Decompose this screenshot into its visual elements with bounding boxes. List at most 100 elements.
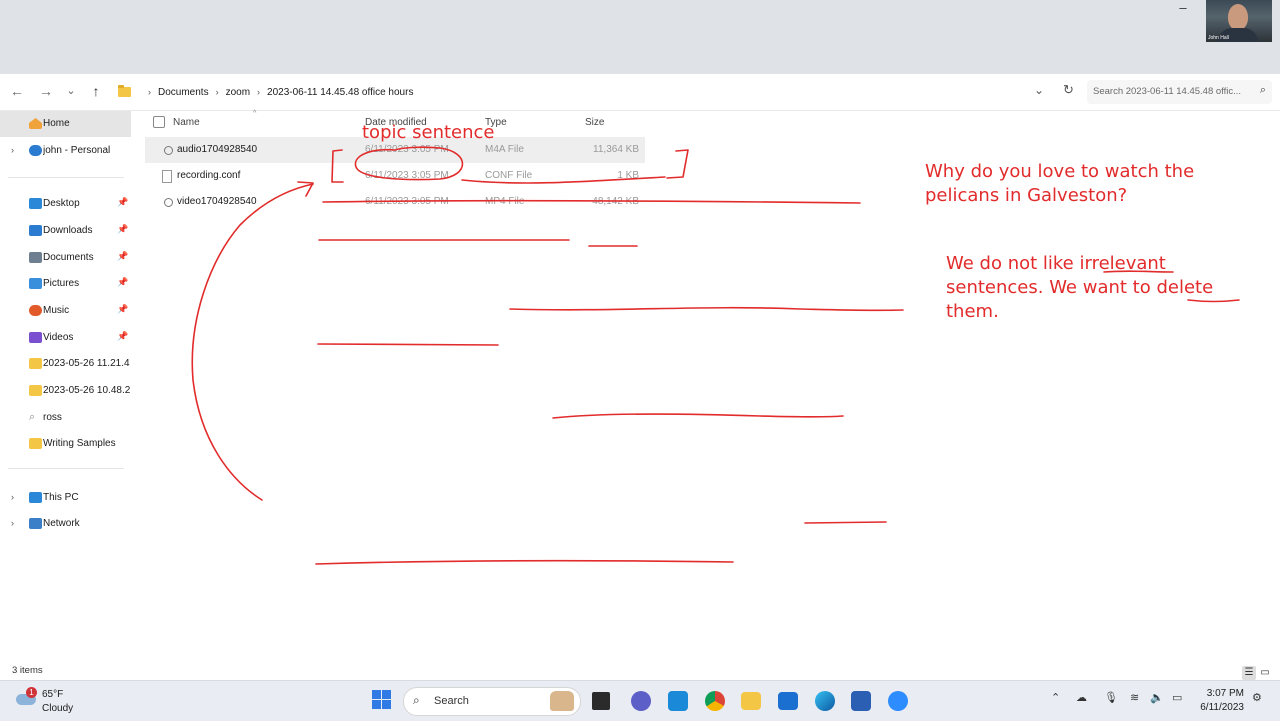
notifications-icon[interactable]: ⚙	[1252, 691, 1262, 704]
wifi-icon[interactable]: ≋	[1130, 691, 1139, 704]
notification-badge: 1	[26, 687, 37, 698]
column-name[interactable]: Name	[173, 117, 200, 128]
video-file-icon	[164, 198, 173, 207]
word-icon[interactable]	[851, 691, 871, 711]
clock-time: 3:07 PM	[1206, 688, 1244, 699]
sidebar-item-videos[interactable]: Videos 📌	[0, 325, 131, 351]
weather-widget[interactable]: 1 65°F Cloudy	[14, 686, 104, 716]
chevron-right-icon: ›	[148, 87, 151, 97]
desktop-icon	[29, 198, 42, 209]
chevron-right-icon: ›	[11, 492, 14, 502]
downloads-icon	[29, 225, 42, 236]
recent-locations-button[interactable]: ⌄	[62, 82, 80, 100]
chrome-icon[interactable]	[705, 691, 725, 711]
breadcrumb-zoom[interactable]: zoom	[226, 87, 250, 98]
sidebar-item-documents[interactable]: Documents 📌	[0, 245, 131, 271]
sidebar-item-label: Network	[43, 518, 80, 529]
search-placeholder: Search 2023-06-11 14.45.48 offic...	[1093, 86, 1242, 97]
sidebar-item-label: 2023-05-26 11.21.47	[43, 358, 130, 369]
search-highlight-icon	[550, 691, 574, 711]
address-bar: ← → ⌄ ↑ › Documents › zoom › 2023-06-11 …	[0, 74, 1280, 111]
refresh-icon[interactable]: ↻	[1063, 82, 1074, 98]
breadcrumb-documents[interactable]: Documents	[158, 87, 209, 98]
pin-icon[interactable]: 📌	[117, 251, 128, 262]
ink-line-7	[804, 521, 887, 524]
chevron-up-icon[interactable]: ⌃	[1051, 691, 1060, 704]
taskbar-search[interactable]: ⌕ Search	[403, 687, 581, 716]
minimize-button[interactable]: –	[1177, 1, 1189, 14]
folder-icon	[29, 358, 42, 369]
breadcrumb-current-folder[interactable]: 2023-06-11 14.45.48 office hours	[267, 87, 413, 98]
file-explorer-icon[interactable]	[741, 692, 761, 710]
sidebar-item-personal[interactable]: › john - Personal	[0, 138, 131, 164]
home-icon	[29, 118, 42, 129]
sidebar-item-label: Writing Samples	[43, 438, 116, 449]
file-date: 6/11/2023 3:05 PM	[365, 196, 449, 207]
search-input[interactable]: Search 2023-06-11 14.45.48 offic... ⌕	[1087, 80, 1272, 104]
clock[interactable]: 3:07 PM 6/11/2023	[1196, 687, 1244, 715]
taskbar-search-label: Search	[434, 695, 469, 707]
search-folder-icon: ⌕	[29, 411, 36, 423]
computer-icon	[29, 492, 42, 503]
onedrive-icon	[29, 145, 42, 156]
microphone-icon[interactable]: 🎙	[1104, 691, 1118, 704]
weather-temp: 65°F	[42, 689, 64, 700]
sidebar-item-writing-samples[interactable]: Writing Samples	[0, 431, 131, 457]
sidebar-item-pictures[interactable]: Pictures 📌	[0, 271, 131, 297]
folder-icon	[118, 85, 131, 97]
battery-icon[interactable]: ▭	[1172, 691, 1182, 704]
tiles-view-icon[interactable]: ▭	[1258, 666, 1272, 680]
file-name: video1704928540	[177, 196, 257, 207]
zoom-icon[interactable]	[888, 691, 908, 711]
back-button[interactable]: ←	[8, 82, 26, 100]
start-button[interactable]	[370, 688, 394, 712]
forward-button[interactable]: →	[37, 82, 55, 100]
text-file-icon	[162, 170, 172, 183]
ink-line-8	[315, 559, 734, 565]
details-view-icon[interactable]: ☰	[1242, 666, 1256, 680]
pin-icon[interactable]: 📌	[117, 331, 128, 342]
sidebar-item-label: This PC	[43, 492, 79, 503]
table-row[interactable]: recording.conf 6/11/2023 3:05 PM CONF Fi…	[145, 163, 645, 189]
app-icon[interactable]	[668, 691, 688, 711]
sidebar-item-folder-0526-1048[interactable]: 2023-05-26 10.48.29	[0, 378, 131, 404]
ink-line-5	[317, 343, 499, 346]
pin-icon[interactable]: 📌	[117, 277, 128, 288]
mail-icon[interactable]	[778, 692, 798, 710]
chat-icon[interactable]	[631, 691, 651, 711]
pin-icon[interactable]: 📌	[117, 197, 128, 208]
search-icon: ⌕	[1259, 84, 1266, 96]
volume-icon[interactable]: 🔈	[1150, 691, 1164, 704]
ink-arrow-curve	[191, 183, 314, 501]
chevron-down-icon[interactable]: ⌄	[1034, 83, 1044, 97]
divider	[8, 468, 124, 469]
file-type: CONF File	[485, 170, 533, 181]
column-size[interactable]: Size	[585, 117, 604, 128]
sidebar-item-label: john - Personal	[43, 145, 111, 156]
file-date: 6/11/2023 3:05 PM	[365, 144, 449, 155]
sidebar-item-label: ross	[43, 412, 62, 423]
sidebar-item-ross[interactable]: ⌕ ross	[0, 405, 131, 431]
table-row[interactable]: video1704928540 6/11/2023 3:05 PM MP4 Fi…	[145, 189, 645, 215]
sidebar-item-home[interactable]: Home	[0, 111, 131, 137]
sidebar-item-this-pc[interactable]: › This PC	[0, 485, 131, 511]
select-all-checkbox[interactable]	[153, 116, 165, 128]
file-type: MP4 File	[485, 196, 525, 207]
up-button[interactable]: ↑	[87, 82, 105, 100]
ink-note: We do not like irrelevant sentences. We …	[946, 253, 1214, 322]
pin-icon[interactable]: 📌	[117, 304, 128, 315]
breadcrumb[interactable]: › Documents › zoom › 2023-06-11 14.45.48…	[118, 74, 413, 110]
webcam-face	[1228, 4, 1248, 30]
sidebar-item-folder-0526-1121[interactable]: 2023-05-26 11.21.47	[0, 351, 131, 377]
pin-icon[interactable]: 📌	[117, 224, 128, 235]
edge-icon[interactable]	[815, 691, 835, 711]
task-view-icon[interactable]	[592, 692, 610, 710]
sidebar-item-downloads[interactable]: Downloads 📌	[0, 218, 131, 244]
sidebar-item-music[interactable]: Music 📌	[0, 298, 131, 324]
network-icon	[29, 518, 42, 529]
sidebar-item-network[interactable]: › Network	[0, 511, 131, 537]
onedrive-tray-icon[interactable]: ☁	[1076, 691, 1087, 704]
ink-line-4	[509, 306, 904, 312]
sidebar-item-desktop[interactable]: Desktop 📌	[0, 191, 131, 217]
webcam-thumbnail[interactable]: John Hall	[1206, 0, 1272, 42]
